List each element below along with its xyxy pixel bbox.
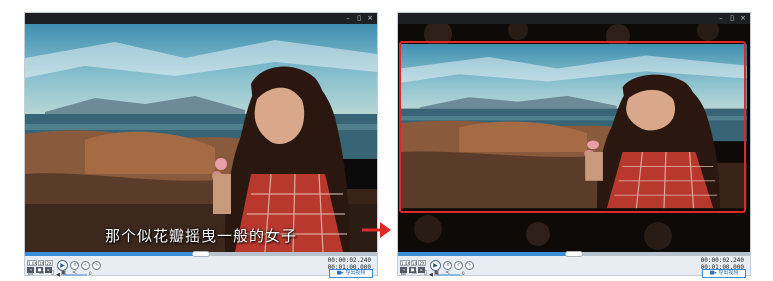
- speed-select[interactable]: 1.0X: [27, 260, 37, 266]
- speed-1x-button[interactable]: 1X: [411, 260, 417, 266]
- subtitle-icon[interactable]: ▤: [27, 270, 34, 276]
- minimize-icon[interactable]: –: [343, 13, 353, 24]
- player-window-original: – ▯ × 那个似花瓣摇曳一般的女子 1.0X 1X 2X ◂ ■ ▸ ▶ ॥ …: [24, 12, 378, 278]
- subtitle-icon[interactable]: ▤: [400, 270, 407, 276]
- rewind-icon[interactable]: «: [454, 261, 463, 270]
- export-video-button[interactable]: ■▸ 导出视频: [329, 269, 373, 278]
- save-icon[interactable]: ▣: [433, 270, 440, 276]
- subtitle-text: 那个似花瓣摇曳一般的女子: [104, 227, 297, 245]
- restore-icon[interactable]: ▯: [354, 13, 364, 24]
- speed-2x-button[interactable]: 2X: [418, 260, 426, 266]
- video-preview[interactable]: [398, 24, 750, 252]
- player-window-cropped: – ▯ × 1.0X 1X 2X ◂ ■ ▸ ▶ ॥ « » ◀ 0 00:00…: [397, 12, 751, 278]
- minimize-icon[interactable]: –: [716, 13, 726, 24]
- export-video-button[interactable]: ■▸ 导出视频: [702, 269, 746, 278]
- control-bar: 1.0X 1X 2X ◂ ■ ▸ ▶ ॥ « » ◀ 0 00:00:02.24…: [398, 256, 750, 278]
- control-bar: 1.0X 1X 2X ◂ ■ ▸ ▶ ॥ « » ◀ 0 00:00:02.24…: [25, 256, 377, 278]
- current-time: 00:00:02.240: [700, 257, 744, 264]
- share-icon[interactable]: <: [71, 270, 78, 276]
- open-folder-icon[interactable]: ▭: [411, 270, 418, 276]
- crop-highlight-box: [399, 41, 746, 213]
- title-bar: – ▯ ×: [25, 13, 377, 24]
- volume-value: 0: [462, 271, 465, 276]
- speed-select[interactable]: 1.0X: [400, 260, 410, 266]
- open-folder-icon[interactable]: ▭: [38, 270, 45, 276]
- video-preview[interactable]: 那个似花瓣摇曳一般的女子: [25, 24, 377, 252]
- close-icon[interactable]: ×: [738, 13, 748, 24]
- arrow-right-icon: [362, 222, 391, 238]
- share-icon[interactable]: <: [444, 270, 451, 276]
- close-icon[interactable]: ×: [365, 13, 375, 24]
- current-time: 00:00:02.240: [327, 257, 371, 264]
- forward-icon[interactable]: »: [465, 261, 474, 270]
- rewind-icon[interactable]: «: [81, 261, 90, 270]
- file-icon[interactable]: ▯: [422, 270, 429, 276]
- video-frame-image: [25, 24, 377, 252]
- title-bar: – ▯ ×: [398, 13, 750, 24]
- file-icon[interactable]: ▯: [49, 270, 56, 276]
- speed-1x-button[interactable]: 1X: [38, 260, 44, 266]
- forward-icon[interactable]: »: [92, 261, 101, 270]
- restore-icon[interactable]: ▯: [727, 13, 737, 24]
- volume-value: 0: [89, 271, 92, 276]
- speed-2x-button[interactable]: 2X: [45, 260, 53, 266]
- save-icon[interactable]: ▣: [60, 270, 67, 276]
